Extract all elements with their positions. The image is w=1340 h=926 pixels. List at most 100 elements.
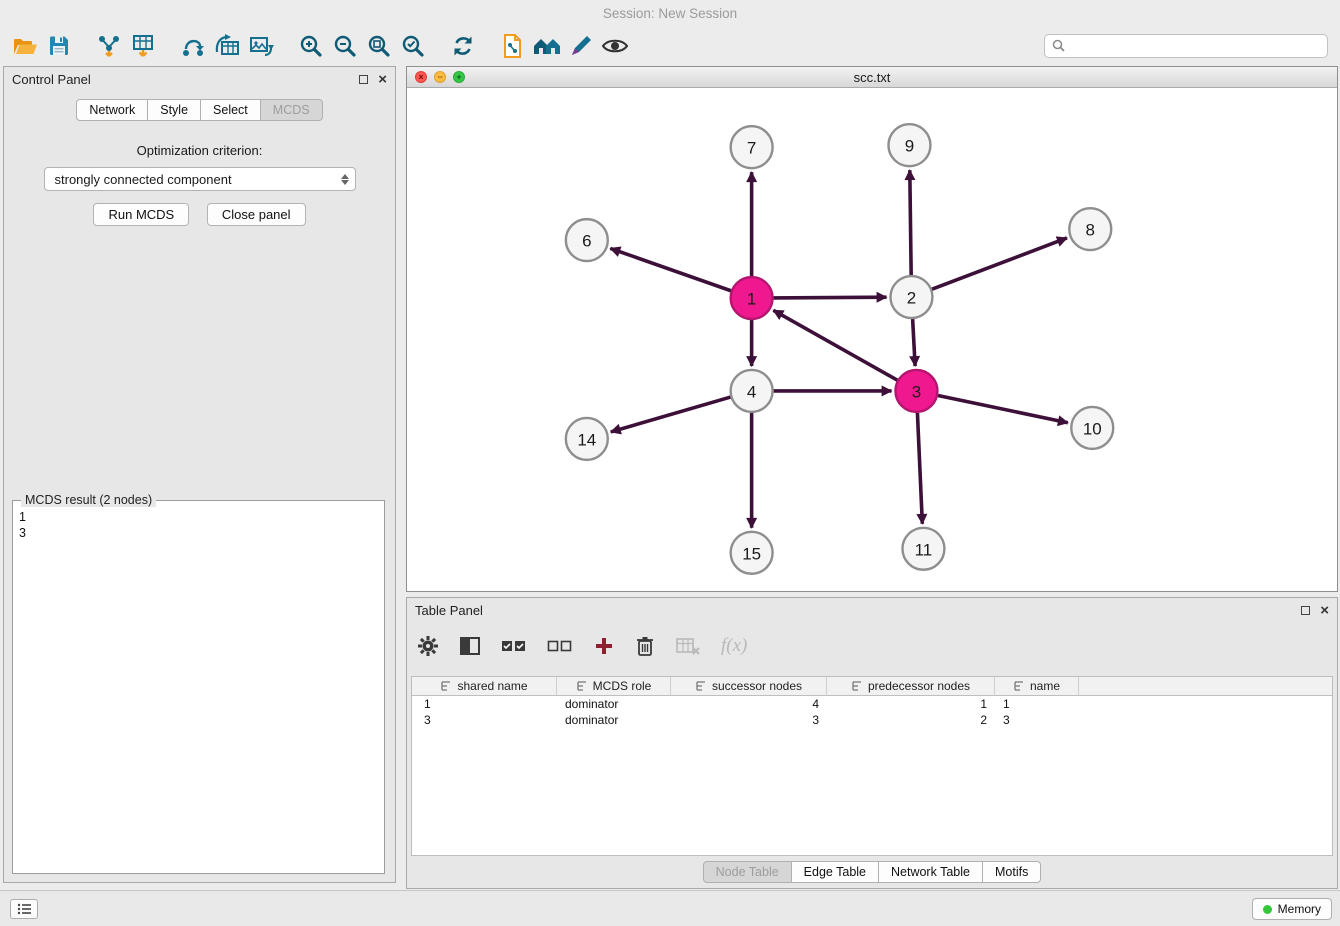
graph-edge-1-2[interactable] <box>774 297 887 298</box>
graph-edge-3-11[interactable] <box>917 413 922 524</box>
column-header-label: shared name <box>457 679 527 693</box>
criterion-select[interactable]: strongly connected component <box>44 167 356 191</box>
table-row[interactable]: 1 dominator 4 1 1 <box>412 696 1332 712</box>
network-canvas[interactable]: 1234678910111415 <box>407 88 1337 591</box>
column-header-mcds-role[interactable]: MCDS role <box>557 677 671 696</box>
select-all-glyph <box>501 637 527 655</box>
zoom-out-glyph <box>332 33 358 59</box>
column-header-successor-nodes[interactable]: successor nodes <box>671 677 827 696</box>
tab-motifs[interactable]: Motifs <box>983 861 1041 883</box>
style-brush-icon[interactable] <box>564 30 598 62</box>
tab-edge-table[interactable]: Edge Table <box>792 861 879 883</box>
open-session-icon[interactable] <box>8 30 42 62</box>
zoom-selected-icon[interactable] <box>396 30 430 62</box>
gear-icon[interactable] <box>417 635 439 657</box>
memory-button[interactable]: Memory <box>1252 898 1332 920</box>
home-icon[interactable] <box>530 30 564 62</box>
select-arrows-icon <box>341 174 351 185</box>
graph-edge-1-6[interactable] <box>610 248 731 290</box>
cell-successor-nodes[interactable]: 3 <box>671 712 827 728</box>
tab-network[interactable]: Network <box>76 99 148 121</box>
show-columns-glyph <box>459 636 481 656</box>
network-table-glyph <box>214 33 240 59</box>
minimize-window-icon[interactable]: − <box>434 71 446 83</box>
apply-layout-icon[interactable] <box>446 30 480 62</box>
window-title: Session: New Session <box>603 6 737 21</box>
delete-column-icon[interactable] <box>635 635 655 657</box>
import-network-icon[interactable] <box>92 30 126 62</box>
show-columns-icon[interactable] <box>459 636 481 656</box>
deselect-all-icon[interactable] <box>547 637 573 655</box>
table-row[interactable]: 3 dominator 3 2 3 <box>412 712 1332 728</box>
export-image-icon[interactable] <box>244 30 278 62</box>
clone-network-icon[interactable] <box>496 30 530 62</box>
cell-shared-name[interactable]: 3 <box>412 712 557 728</box>
run-mcds-button[interactable]: Run MCDS <box>93 203 189 226</box>
close-table-panel-icon[interactable]: × <box>1320 603 1329 618</box>
save-session-icon[interactable] <box>42 30 76 62</box>
close-window-icon[interactable]: × <box>415 71 427 83</box>
graph-node-label: 8 <box>1086 221 1095 240</box>
new-network-icon[interactable] <box>176 30 210 62</box>
graph-node-label: 2 <box>907 289 916 308</box>
tab-network-table[interactable]: Network Table <box>879 861 983 883</box>
task-history-button[interactable] <box>10 899 38 919</box>
cell-name[interactable]: 1 <box>995 696 1079 712</box>
graph-node-label: 3 <box>912 382 921 401</box>
column-header-shared-name[interactable]: shared name <box>412 677 557 696</box>
tab-node-table[interactable]: Node Table <box>703 861 792 883</box>
graph-edge-3-10[interactable] <box>938 395 1068 422</box>
eye-glyph <box>601 34 629 58</box>
search-input[interactable] <box>1044 34 1328 58</box>
delete-column-glyph <box>635 635 655 657</box>
import-table-icon[interactable] <box>126 30 160 62</box>
cell-filler <box>1079 696 1332 712</box>
close-panel-icon[interactable]: × <box>378 72 387 87</box>
zoom-fit-icon[interactable] <box>362 30 396 62</box>
cell-predecessor-nodes[interactable]: 1 <box>827 696 995 712</box>
tab-select[interactable]: Select <box>201 99 261 121</box>
column-sort-icon <box>851 680 863 692</box>
zoom-fit-glyph <box>366 33 392 59</box>
cell-shared-name[interactable]: 1 <box>412 696 557 712</box>
graph-edge-2-9[interactable] <box>910 170 911 275</box>
window-controls: × − + <box>415 71 465 83</box>
close-panel-button[interactable]: Close panel <box>207 203 306 226</box>
style-brush-glyph <box>568 33 594 59</box>
graph-edge-2-8[interactable] <box>932 238 1067 289</box>
select-all-icon[interactable] <box>501 637 527 655</box>
cell-name[interactable]: 3 <box>995 712 1079 728</box>
cell-successor-nodes[interactable]: 4 <box>671 696 827 712</box>
float-table-panel-icon[interactable] <box>1301 606 1310 615</box>
float-panel-icon[interactable] <box>359 75 368 84</box>
tab-mcds[interactable]: MCDS <box>261 99 323 121</box>
graph-node-label: 4 <box>747 382 756 401</box>
cell-mcds-role[interactable]: dominator <box>557 696 671 712</box>
column-header-name[interactable]: name <box>995 677 1079 696</box>
maximize-window-icon[interactable]: + <box>453 71 465 83</box>
function-builder-icon: f(x) <box>721 635 747 657</box>
graph-node-label: 1 <box>747 290 756 309</box>
graph-edge-4-14[interactable] <box>611 397 731 432</box>
import-table-glyph <box>130 33 156 59</box>
tab-style[interactable]: Style <box>148 99 201 121</box>
table-tabs: Node Table Edge Table Network Table Moti… <box>407 861 1337 883</box>
column-header-predecessor-nodes[interactable]: predecessor nodes <box>827 677 995 696</box>
graph-edge-2-3[interactable] <box>913 319 916 366</box>
graph-edge-3-1[interactable] <box>773 310 897 380</box>
graph-node-label: 7 <box>747 139 756 158</box>
cell-mcds-role[interactable]: dominator <box>557 712 671 728</box>
export-image-glyph <box>248 33 274 59</box>
column-header-label: name <box>1030 679 1060 693</box>
network-table-icon[interactable] <box>210 30 244 62</box>
add-column-icon[interactable] <box>593 635 615 657</box>
home-glyph <box>532 34 562 58</box>
graph-node-label: 15 <box>742 544 761 563</box>
clone-network-glyph <box>500 33 526 59</box>
eye-icon[interactable] <box>598 30 632 62</box>
mcds-result-title: MCDS result (2 nodes) <box>21 493 156 507</box>
zoom-out-icon[interactable] <box>328 30 362 62</box>
zoom-in-icon[interactable] <box>294 30 328 62</box>
cell-predecessor-nodes[interactable]: 2 <box>827 712 995 728</box>
gear-glyph <box>417 635 439 657</box>
